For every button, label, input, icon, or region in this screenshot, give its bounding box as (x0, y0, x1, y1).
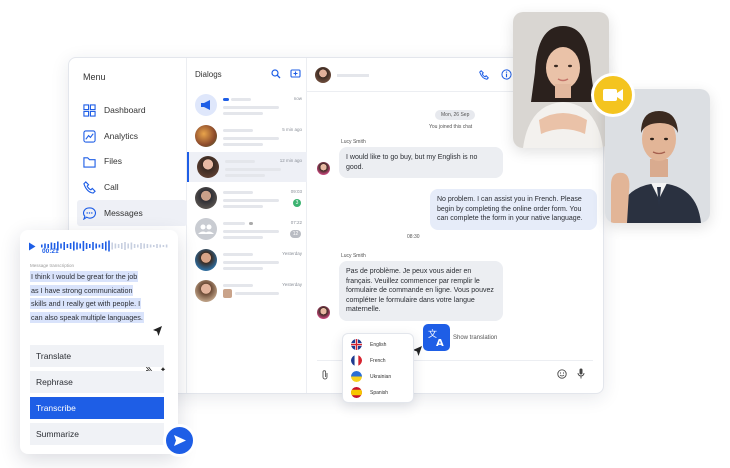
unread-badge: 12 (290, 230, 301, 238)
new-chat-icon[interactable] (290, 69, 301, 79)
send-button[interactable] (163, 424, 196, 457)
phone-icon[interactable] (479, 70, 489, 80)
dialog-time: Yesterday (282, 251, 302, 256)
menu-item-label: Files (104, 156, 122, 166)
avatar (317, 306, 330, 319)
dialog-time: 5 min ago (282, 127, 302, 132)
translate-button[interactable]: 文A (423, 324, 450, 351)
avatar (197, 156, 219, 178)
avatar (315, 67, 331, 83)
info-icon[interactable] (501, 69, 512, 80)
translate-icon: 文A (428, 328, 444, 349)
menu-item-label: Messages (104, 208, 143, 218)
dialog-row[interactable]: 07:22 12 (187, 214, 307, 244)
date-separator: Mon, 26 Sep (435, 110, 476, 120)
uk-flag-icon (351, 339, 362, 350)
chart-icon (83, 129, 96, 143)
avatar (195, 280, 217, 302)
cursor-icon (153, 326, 162, 336)
search-icon[interactable] (271, 69, 281, 79)
dialog-time: now (293, 96, 302, 101)
summarize-action[interactable]: Summarize (30, 423, 164, 445)
language-menu: English French Ukrainian Spanish (342, 333, 414, 403)
menu-title: Menu (83, 72, 106, 82)
dialog-row[interactable]: 5 min ago (187, 121, 307, 151)
france-flag-icon (351, 355, 362, 366)
ukraine-flag-icon (351, 371, 362, 382)
incoming-message: Pas de problème. Je peux vous aider en f… (339, 261, 503, 321)
system-message: You joined this chat (429, 124, 473, 130)
spain-flag-icon (351, 387, 362, 398)
dialog-row[interactable]: 12 min ago (187, 152, 307, 182)
incoming-message: I would like to go buy, but my English i… (339, 147, 503, 179)
transcription-text: I think I would be great for the job as … (30, 271, 144, 324)
avatar (195, 187, 217, 209)
menu-item-label: Call (104, 182, 119, 192)
dialogs-title: Dialogs (195, 70, 222, 79)
transcription-label: Message transcription (30, 263, 75, 268)
avatar (317, 162, 330, 175)
sender-name: Lucy Smith (341, 253, 366, 259)
send-icon (174, 435, 186, 446)
file-icon (83, 156, 96, 168)
dialog-row[interactable]: Yesterday (187, 276, 307, 306)
svg-text:A: A (436, 338, 444, 349)
phone-icon (83, 180, 96, 194)
chat-icon (83, 206, 96, 220)
play-icon[interactable] (28, 242, 36, 251)
avatar (195, 125, 217, 147)
dialog-time: Yesterday (282, 282, 302, 287)
grid-icon (83, 103, 96, 117)
menu-item-messages[interactable]: Messages (77, 200, 187, 226)
dialog-row[interactable]: Yesterday (187, 245, 307, 275)
menu-item-analytics[interactable]: Analytics (77, 123, 187, 149)
waveform-icon[interactable] (41, 240, 171, 252)
unread-badge: 3 (293, 199, 301, 207)
avatar (195, 94, 217, 116)
video-camera-icon (603, 89, 623, 101)
language-option-spanish[interactable]: Spanish (351, 387, 388, 398)
voice-message-card: 00:21 Message transcription I think I wo… (20, 230, 178, 454)
outgoing-message: No problem. I can assist you in French. … (430, 189, 597, 230)
dialog-row[interactable]: now (187, 90, 307, 120)
dialog-time: 07:22 (290, 220, 302, 225)
camera-button[interactable] (591, 73, 635, 117)
language-option-ukrainian[interactable]: Ukrainian (351, 371, 391, 382)
rephrase-action[interactable]: Rephrase (30, 371, 164, 393)
language-option-english[interactable]: English (351, 339, 386, 350)
emoji-icon[interactable] (557, 369, 567, 379)
transcribe-action[interactable]: Transcribe (30, 397, 164, 419)
menu-item-label: Dashboard (104, 105, 146, 115)
menu-item-files[interactable]: Files (77, 148, 187, 174)
menu-item-label: Analytics (104, 131, 139, 141)
message-time: 08:30 (407, 234, 420, 240)
group-icon (198, 224, 214, 234)
dialog-time: 12 min ago (279, 158, 302, 163)
menu-item-call[interactable]: Call (77, 174, 187, 200)
translate-action[interactable]: Translate (30, 345, 164, 367)
microphone-icon[interactable] (577, 368, 585, 379)
dialog-time: 09:03 (290, 189, 302, 194)
sender-name: Lucy Smith (341, 139, 366, 145)
megaphone-icon (201, 100, 210, 110)
show-translation-link[interactable]: Show translation (453, 335, 497, 341)
avatar (195, 218, 217, 240)
menu-item-dashboard[interactable]: Dashboard (77, 97, 187, 123)
language-option-french[interactable]: French (351, 355, 386, 366)
voice-duration: 00:21 (42, 248, 59, 255)
dialogs-panel: Dialogs now 5 min ago 12 min ago 09:03 3… (187, 58, 307, 393)
attach-icon[interactable] (321, 370, 329, 380)
dialog-row[interactable]: 09:03 3 (187, 183, 307, 213)
avatar (195, 249, 217, 271)
